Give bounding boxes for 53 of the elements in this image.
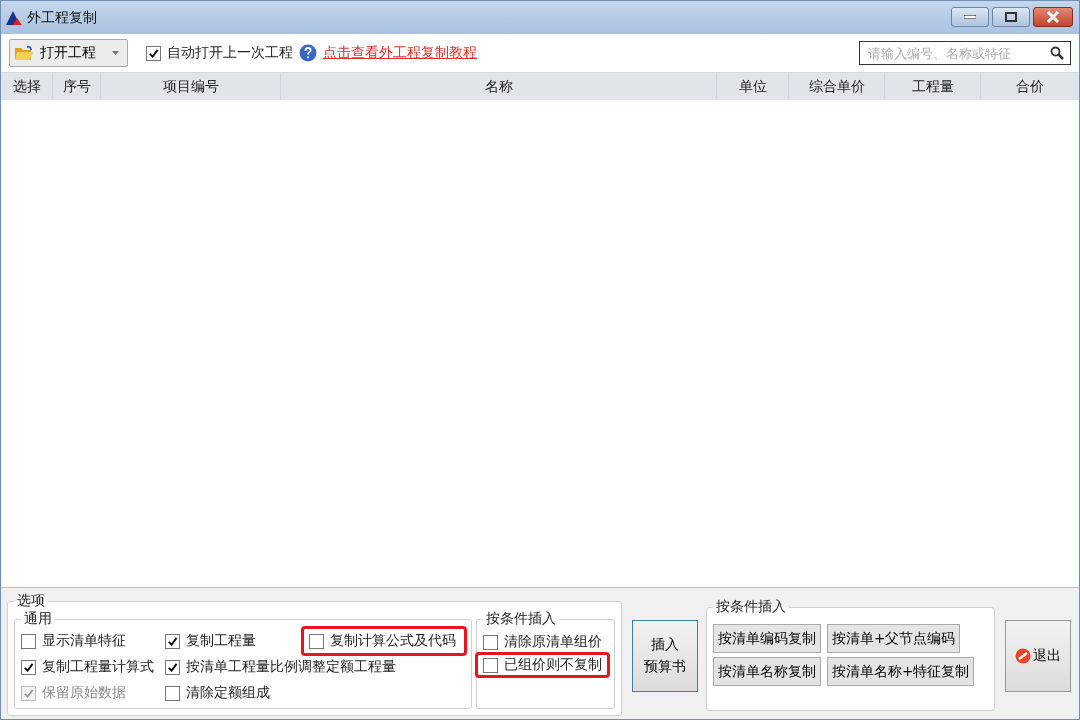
group-title: 按条件插入	[485, 610, 557, 628]
folder-icon	[14, 45, 34, 61]
checkbox[interactable]	[483, 634, 498, 650]
column-header[interactable]: 项目编号	[101, 73, 281, 100]
open-project-button[interactable]: 打开工程	[9, 39, 128, 67]
insert-budget-button[interactable]: 插入 预算书	[632, 620, 698, 692]
close-icon	[1046, 11, 1060, 23]
copy-button[interactable]: 按清单名称+特征复制	[827, 657, 975, 686]
window-title: 外工程复制	[27, 8, 97, 27]
checkbox[interactable]	[309, 633, 324, 649]
group-title: 按条件插入	[715, 598, 787, 616]
checkbox-label: 复制工程量计算式	[42, 658, 154, 676]
checkbox-label: 清除原清单组价	[504, 633, 602, 651]
maximize-icon	[1005, 12, 1017, 22]
checkbox[interactable]	[146, 45, 161, 61]
triangle-logo-icon	[5, 9, 23, 26]
column-header[interactable]: 名称	[281, 73, 717, 100]
copy-button[interactable]: 按清单编码复制	[713, 624, 821, 653]
no-entry-icon	[1015, 648, 1031, 664]
checkbox-label: 复制计算公式及代码	[330, 632, 456, 650]
column-header[interactable]: 单位	[717, 73, 789, 100]
checkbox[interactable]	[21, 659, 36, 675]
search-icon	[1050, 46, 1064, 60]
group-title: 选项	[16, 592, 46, 610]
column-header[interactable]: 合价	[981, 73, 1079, 100]
column-header[interactable]: 序号	[53, 73, 101, 100]
checkbox-label: 自动打开上一次工程	[167, 44, 293, 62]
minimize-button[interactable]	[951, 7, 989, 27]
search-field[interactable]: 请输入编号、名称或特征	[859, 41, 1071, 65]
checkbox-label: 清除定额组成	[186, 684, 270, 702]
help-icon[interactable]	[299, 44, 317, 62]
checkbox[interactable]	[21, 633, 36, 649]
checkbox[interactable]	[483, 657, 498, 673]
checkbox-label: 显示清单特征	[42, 632, 126, 650]
copy-button[interactable]: 按清单+父节点编码	[827, 624, 961, 653]
column-header[interactable]: 选择	[1, 73, 53, 100]
checkbox[interactable]	[165, 633, 180, 649]
checkbox-label: 复制工程量	[186, 632, 256, 650]
group-title: 通用	[23, 610, 53, 628]
checkbox[interactable]	[165, 685, 180, 701]
close-button[interactable]	[1033, 7, 1073, 27]
checkbox[interactable]	[165, 659, 180, 675]
minimize-icon	[964, 15, 976, 19]
maximize-button[interactable]	[992, 7, 1030, 27]
checkbox-label: 按清单工程量比例调整定额工程量	[186, 658, 396, 676]
exit-button[interactable]: 退出	[1005, 620, 1071, 692]
caret-icon	[112, 51, 119, 55]
column-header[interactable]: 综合单价	[789, 73, 885, 100]
checkbox-label: 已组价则不复制	[504, 656, 602, 674]
checkbox-label: 保留原始数据	[42, 684, 126, 702]
column-header[interactable]: 工程量	[885, 73, 981, 100]
tutorial-link[interactable]: 点击查看外工程复制教程	[323, 44, 477, 62]
copy-button[interactable]: 按清单名称复制	[713, 657, 821, 686]
